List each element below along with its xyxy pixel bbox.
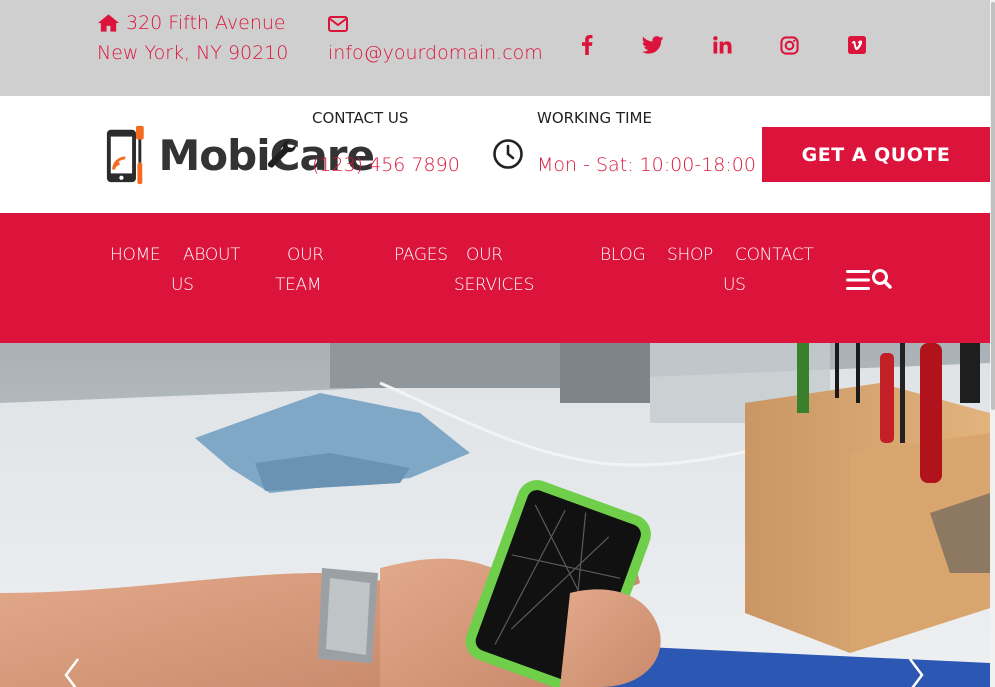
nav-item-label: OUR: [287, 245, 324, 265]
envelope-icon: [328, 15, 348, 32]
nav-item-label: OUR: [466, 245, 503, 265]
home-icon: [97, 14, 120, 32]
contact-us-label: CONTACT US: [312, 109, 409, 127]
get-a-quote-button[interactable]: GET A QUOTE: [762, 127, 990, 182]
top-bar: 320 Fifth Avenue New York, NY 90210 info…: [0, 0, 990, 96]
facebook-icon[interactable]: [575, 33, 599, 57]
site-header: MobiCare CONTACT US (123) 456 7890 WORKI…: [0, 96, 990, 213]
slider-next-icon[interactable]: [906, 655, 926, 687]
hero-image: [0, 343, 990, 687]
instagram-icon[interactable]: [777, 33, 801, 57]
nav-contact-us[interactable]: CONTACT US: [723, 240, 814, 300]
nav-about-us[interactable]: ABOUT US: [171, 240, 240, 300]
contact-phone[interactable]: (123) 456 7890: [312, 154, 460, 176]
nav-shop[interactable]: SHOP: [667, 240, 713, 270]
slider-prev-icon[interactable]: [62, 655, 82, 687]
email-link[interactable]: info@yourdomain.com: [328, 38, 543, 68]
nav-pages[interactable]: PAGES: [394, 240, 448, 270]
nav-item-label-2: US: [723, 275, 746, 295]
nav-our-team[interactable]: OUR TEAM: [275, 240, 324, 300]
nav-blog[interactable]: BLOG: [600, 240, 646, 270]
nav-our-services[interactable]: OUR SERVICES: [454, 240, 534, 300]
nav-item-label: HOME: [110, 245, 161, 265]
page: 320 Fifth Avenue New York, NY 90210 info…: [0, 0, 995, 687]
vimeo-icon[interactable]: [845, 33, 869, 57]
working-hours: Mon - Sat: 10:00-18:00: [537, 154, 756, 176]
nav-home[interactable]: HOME: [110, 240, 161, 270]
linkedin-icon[interactable]: [710, 33, 734, 57]
phone-repair-logo-icon: [106, 125, 144, 185]
address-line1: 320 Fifth Avenue: [126, 12, 286, 34]
address-line2: New York, NY 90210: [97, 42, 289, 64]
nav-item-label: PAGES: [394, 245, 448, 265]
nav-item-label: BLOG: [600, 245, 646, 265]
menu-search-icon[interactable]: [846, 268, 892, 292]
address-block: 320 Fifth Avenue New York, NY 90210: [97, 8, 288, 68]
page-scrollbar[interactable]: [990, 0, 995, 687]
twitter-icon[interactable]: [641, 33, 665, 57]
nav-item-label-2: US: [171, 275, 194, 295]
email-block: info@yourdomain.com: [328, 8, 543, 68]
nav-item-label-2: SERVICES: [454, 275, 535, 295]
scrollbar-thumb[interactable]: [991, 2, 995, 410]
nav-item-label-2: TEAM: [275, 275, 322, 295]
hero-slider: [0, 343, 990, 687]
nav-item-label: ABOUT: [183, 245, 241, 265]
clock-icon: [493, 139, 523, 169]
nav-item-label: CONTACT: [735, 245, 814, 265]
working-time-label: WORKING TIME: [537, 109, 652, 127]
nav-item-label: SHOP: [667, 245, 714, 265]
main-nav: HOME ABOUT US OUR TEAM PAGES OUR SERVICE…: [0, 213, 990, 343]
wrench-logo-icon: [267, 140, 296, 168]
